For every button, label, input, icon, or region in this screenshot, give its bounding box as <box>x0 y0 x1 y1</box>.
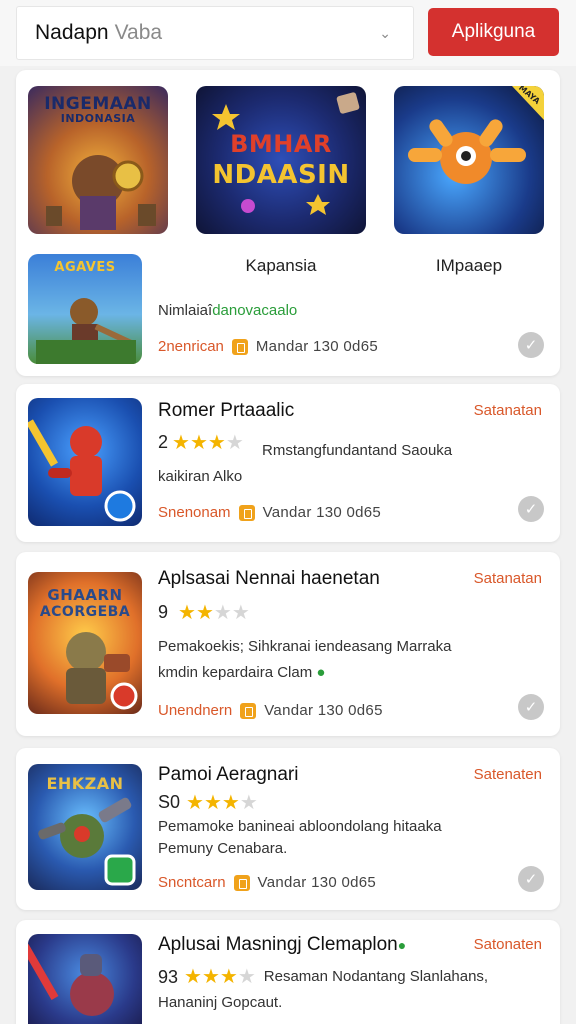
star-icon: ★ <box>201 966 220 988</box>
app-thumb-4 <box>28 934 142 1024</box>
check-icon[interactable]: ✓ <box>518 496 544 522</box>
rating-number: 2 <box>158 432 169 452</box>
apply-button[interactable]: Aplikguna <box>428 8 559 56</box>
star-empty-icon: ★ <box>225 431 244 454</box>
app-meta-text: Vandar 130 0d65 <box>264 702 383 719</box>
featured-tile-2[interactable]: BMHAR NDAASIN <box>196 86 366 234</box>
star-icon: ★ <box>186 791 204 814</box>
lock-icon <box>238 504 255 521</box>
app-desc-line-1: Pemamoke banineai abloondolang hitaaka <box>158 818 442 835</box>
app-title-text: Aplusai Masningj Clemaplon <box>158 934 398 955</box>
sword-knight-icon <box>28 944 114 1016</box>
star-icon: ★ <box>189 431 208 454</box>
app-desc-line-2: Hananinj Gopcaut. <box>158 994 283 1011</box>
app-rating: 9 ★ ★ ★ ★ <box>158 602 250 623</box>
red-hero-icon <box>28 419 136 522</box>
select-hint: Vaba <box>114 21 163 44</box>
app-desc-line-2: Pemuny Cenabara. <box>158 840 288 857</box>
app-rating: 2 ★ ★ ★ ★ <box>158 432 244 453</box>
app-meta-label: Unendnern <box>158 702 233 719</box>
star-empty-icon: ★ <box>213 601 232 624</box>
category-select[interactable]: Nadapn Vaba ⌄ <box>16 6 414 60</box>
app-title: Aplusai Masningj Clemaplon● <box>158 934 406 956</box>
tile-2-title: BMHAR <box>230 130 332 158</box>
star-empty-icon: ★ <box>237 966 256 988</box>
tile-4-title: AGAVES <box>54 260 116 275</box>
app-meta: Sncntcarn Vandar 130 0d65 <box>158 874 376 891</box>
featured-label-3: IMpaaep <box>435 256 503 275</box>
app-tag: Satenaten <box>473 766 542 783</box>
tile-1-subtitle: INDONASIA <box>60 112 136 125</box>
star-icon: ★ <box>207 431 226 454</box>
robot-creature-icon <box>408 86 544 184</box>
thumb-2-title: GHAARN <box>47 586 123 604</box>
tile-2-subtitle: NDAASIN <box>212 160 350 190</box>
featured-tile-1[interactable]: INGEMAAN INDONASIA <box>28 86 168 234</box>
app-title: Romer Prtaaalic <box>158 400 295 421</box>
app-tag: Satonaten <box>473 936 542 953</box>
app-meta-text: Vandar 130 0d65 <box>262 504 382 521</box>
verified-icon: ● <box>397 937 407 953</box>
app-meta: Unendnern Vandar 130 0d65 <box>158 702 383 719</box>
app-title: Pamoi Aeragnari <box>158 764 299 785</box>
star-icon: ★ <box>195 601 214 624</box>
star-empty-icon: ★ <box>231 601 250 624</box>
check-icon[interactable]: ✓ <box>518 332 544 358</box>
app-desc-line-1: Pemakoekis; Sihkranai iendeasang Marraka <box>158 638 452 655</box>
featured-tile-4[interactable]: AGAVES <box>28 254 142 364</box>
top-bar: Nadapn Vaba ⌄ Aplikguna <box>0 0 576 66</box>
featured-desc-part-a: Nimlaiaî <box>158 302 213 319</box>
lock-icon <box>231 338 248 355</box>
chevron-down-icon: ⌄ <box>379 25 391 41</box>
thumb-3-title: EHKZAN <box>46 774 124 793</box>
star-empty-icon: ★ <box>239 791 258 814</box>
star-icon: ★ <box>184 966 202 988</box>
tile-1-title: INGEMAAN <box>44 94 152 114</box>
featured-tile-3[interactable]: MAYA <box>394 86 544 234</box>
app-desc-line-2: kaikiran Alko <box>158 468 243 485</box>
app-card-1[interactable]: Romer Prtaaalic Satanatan 2 ★ ★ ★ ★ Rmst… <box>16 384 560 542</box>
app-card-3[interactable]: EHKZAN Pamoi Aeragnari Satenaten S0 ★ ★ … <box>16 748 560 910</box>
app-card-2[interactable]: GHAARN ACORGEBA Aplsasai Nennai haenetan… <box>16 552 560 736</box>
app-rating: S0 ★ ★ ★ ★ <box>158 792 258 813</box>
app-thumb-3: EHKZAN <box>28 764 142 890</box>
featured-desc-part-b: danovacaalo <box>212 302 298 319</box>
check-icon[interactable]: ✓ <box>518 866 544 892</box>
app-meta-label: Snenonam <box>158 504 231 521</box>
app-meta: Snenonam Vandar 130 0d65 <box>158 504 381 521</box>
app-tag: Satanatan <box>473 570 542 587</box>
check-icon[interactable]: ✓ <box>518 694 544 720</box>
star-icon: ★ <box>203 791 222 814</box>
verified-icon: ● <box>316 664 326 681</box>
app-rating: 93 ★ ★ ★ ★ Resaman Nodantang Slanlahans, <box>158 966 488 988</box>
select-value: Nadapn <box>35 21 109 44</box>
app-card-4[interactable]: Aplusai Masningj Clemaplon● Satonaten 93… <box>16 920 560 1024</box>
lock-icon <box>233 874 250 891</box>
star-icon: ★ <box>221 791 240 814</box>
app-desc-line-1: Resaman Nodantang Slanlahans, <box>263 968 489 985</box>
rating-number: 9 <box>158 602 169 622</box>
rating-number: S0 <box>158 792 181 812</box>
star-icon: ★ <box>178 601 196 624</box>
lock-icon <box>240 702 257 719</box>
star-icon: ★ <box>219 966 238 988</box>
featured-meta-label: 2nenrican <box>158 338 224 355</box>
thumb-2-subtitle: ACORGEBA <box>39 604 131 620</box>
featured-description: Nimlaiaîdanovacaalo <box>158 300 297 322</box>
app-title: Aplsasai Nennai haenetan <box>158 568 380 589</box>
featured-label-2: Kapansia <box>245 256 317 275</box>
app-thumb-1 <box>28 398 142 526</box>
app-desc-line-1: Rmstangfundantand Saouka <box>262 442 453 459</box>
app-desc-line-2: kmdin kepardaira Clam ● <box>158 662 325 684</box>
featured-meta: 2nenrican Mandar 130 0d65 <box>158 338 378 355</box>
app-tag: Satanatan <box>473 402 542 419</box>
star-icon: ★ <box>172 431 190 454</box>
app-meta-label: Sncntcarn <box>158 874 226 891</box>
app-meta-text: Vandar 130 0d65 <box>257 874 377 891</box>
rating-number: 93 <box>158 966 179 987</box>
featured-card: INGEMAAN INDONASIA BMHAR NDAASIN MAYA Ka… <box>16 70 560 376</box>
app-thumb-2: GHAARN ACORGEBA <box>28 572 142 714</box>
featured-meta-text: Mandar 130 0d65 <box>255 338 378 355</box>
app-desc-line-2-text: kmdin kepardaira Clam <box>158 664 313 681</box>
